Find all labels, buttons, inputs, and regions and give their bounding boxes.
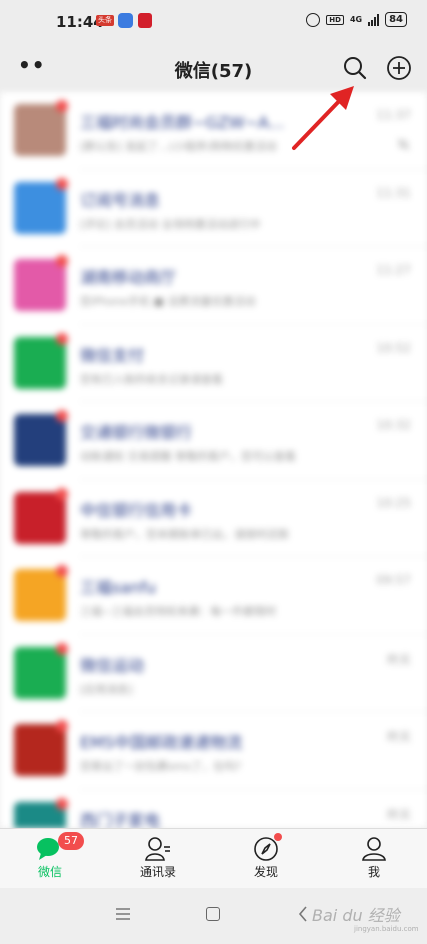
chat-row[interactable]: 中信银行信用卡尊敬的客户，您本期账单已出，请按时还款 10:25 <box>0 480 427 557</box>
chat-preview: 动账通知 交易提醒 尊敬的客户，您可以查看 <box>80 450 296 463</box>
chat-row[interactable]: 交通银行微银行动账通知 交易提醒 尊敬的客户，您可以查看 10:32 <box>0 402 427 480</box>
chat-row[interactable]: 湖南移动商厅您iPhone手机 ■ 话费流量优惠活动 11:27 <box>0 247 427 325</box>
chat-time: 11:31 <box>376 185 411 200</box>
chat-row[interactable]: 西门子家电 昨天 <box>0 790 427 829</box>
chat-name: 微信支付 <box>80 345 145 365</box>
menu-icon[interactable] <box>116 908 130 920</box>
search-icon[interactable] <box>342 55 368 81</box>
chat-name: 三福sanfu <box>80 578 157 597</box>
chat-time: 昨天 <box>386 652 411 667</box>
unread-dot <box>56 487 68 500</box>
chat-row[interactable]: 三福时尚会员群~GZW~A... [群公告] 发起了…(小程序)购物优惠活动 11:… <box>0 92 427 170</box>
annotation-arrow <box>292 86 354 150</box>
status-bar: 11:44 头条 HD 4G 84 <box>0 0 427 44</box>
chat-time: 昨天 <box>386 807 411 822</box>
tab-contacts[interactable]: 通讯录 <box>128 835 188 880</box>
unread-dot <box>56 410 68 422</box>
chat-name: 中信银行信用卡 <box>80 500 193 520</box>
unread-dot <box>56 255 68 267</box>
toutiao-app-icon: 头条 <box>96 15 114 26</box>
alarm-icon <box>306 12 321 27</box>
tab-label: 我 <box>367 865 380 879</box>
chat-name: 交通银行微银行 <box>80 423 193 442</box>
chat-preview: 三福~三福会员特权来袭：每一件都限时 <box>80 605 277 618</box>
new-dot-badge <box>274 833 282 841</box>
chat-preview: [评论] 会员活动 全场特惠活动进行中 <box>80 217 261 231</box>
chat-avatar <box>14 104 66 156</box>
chat-avatar <box>14 414 66 466</box>
battery-icon: 84 <box>385 12 407 27</box>
contacts-icon <box>145 837 170 861</box>
chat-time: 11:37 <box>376 108 411 122</box>
chat-name: 西门子家电 <box>80 810 161 829</box>
chat-row[interactable]: 三福sanfu 三福~三福会员特权来袭：每一件都限时 09:57 <box>0 557 427 635</box>
app-notification-icon-2 <box>138 13 152 28</box>
unread-dot <box>56 100 68 112</box>
chat-list[interactable]: 三福时尚会员群~GZW~A... [群公告] 发起了…(小程序)购物优惠活动 11:… <box>0 92 427 828</box>
chat-time: 11:27 <box>376 263 411 277</box>
chat-preview: 尊敬的客户，您本期账单已出，请按时还款 <box>80 527 289 541</box>
watermark-logo: Bai du 经验 <box>312 906 400 925</box>
mute-bell-icon <box>397 138 410 151</box>
chat-row[interactable]: 微信支付您有已入账的收支记录请查看 10:52 <box>0 325 427 402</box>
network-label: 4G <box>349 15 363 24</box>
chat-time: 10:52 <box>376 340 411 355</box>
chat-avatar <box>14 724 66 776</box>
chat-name: EMS中国邮政速递物流 <box>80 733 243 752</box>
unread-badge: 57 <box>58 832 84 850</box>
signal-icon <box>368 13 380 26</box>
chat-row[interactable]: EMS中国邮政速递物流您寄出了一封包裹ems了，在吗? 昨天 <box>0 712 427 790</box>
chat-preview: 您iPhone手机 ■ 话费流量优惠活动 <box>80 295 256 308</box>
unread-dot <box>56 642 68 655</box>
unread-dot <box>56 797 68 810</box>
unread-dot <box>56 565 68 577</box>
chat-preview: 您有已入账的收支记录请查看 <box>80 372 223 386</box>
tab-me[interactable]: 我 <box>344 835 404 880</box>
chat-time: 昨天 <box>386 730 411 744</box>
back-icon[interactable] <box>298 906 308 922</box>
chat-time: 10:32 <box>376 418 411 432</box>
watermark-url: jingyan.baidu.com <box>354 925 419 933</box>
chat-preview: [应用消息] <box>80 682 133 696</box>
chat-name: 订阅号消息 <box>80 190 161 210</box>
app-notification-icon <box>118 13 133 28</box>
chat-name: 湖南移动商厅 <box>80 268 177 287</box>
home-icon[interactable] <box>206 907 220 921</box>
unread-dot <box>56 720 68 732</box>
chat-avatar <box>14 259 66 311</box>
unread-dot <box>56 177 68 190</box>
chat-name: 微信运动 <box>80 655 145 675</box>
bottom-tab-bar: 57 微信 通讯录 发现 我 <box>0 828 427 889</box>
chat-preview: 您寄出了一封包裹ems了，在吗? <box>80 760 242 773</box>
chat-row[interactable]: 订阅号消息 [评论] 会员活动 全场特惠活动进行中 11:31 <box>0 170 427 247</box>
status-right: HD 4G 84 <box>306 12 407 27</box>
unread-dot <box>56 332 68 345</box>
hd-icon: HD <box>326 14 344 25</box>
add-circle-icon[interactable] <box>386 55 412 81</box>
tab-label: 发现 <box>253 865 278 879</box>
person-icon <box>362 837 386 861</box>
header: •• 微信(57) <box>0 44 427 92</box>
tab-label: 通讯录 <box>139 865 176 879</box>
chat-row[interactable]: 微信运动 [应用消息] 昨天 <box>0 635 427 712</box>
tab-chats[interactable]: 57 微信 <box>20 832 84 880</box>
chat-time: 09:57 <box>376 573 411 587</box>
chat-avatar <box>14 569 66 621</box>
tab-label: 微信 <box>37 865 62 879</box>
tab-discover[interactable]: 发现 <box>236 833 296 880</box>
chat-time: 10:25 <box>376 495 411 510</box>
